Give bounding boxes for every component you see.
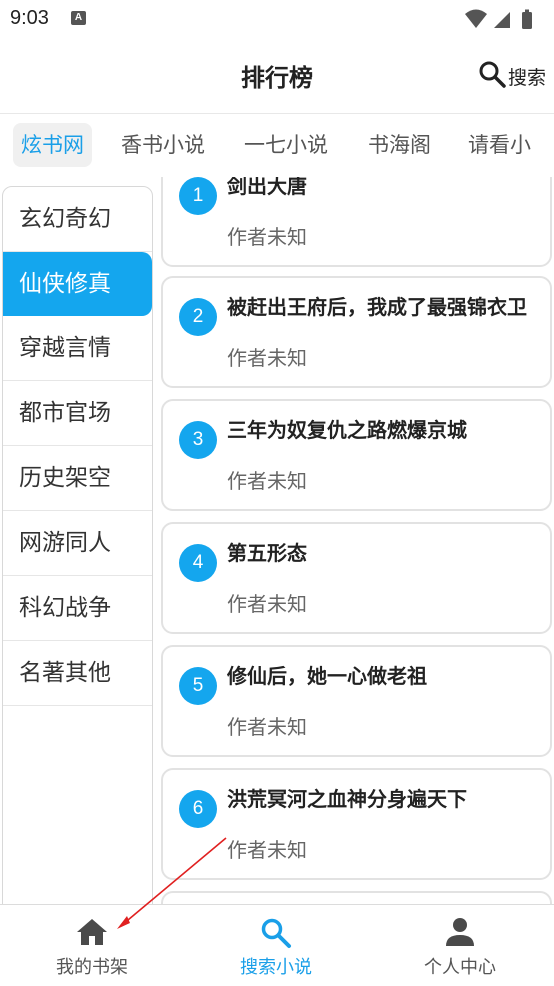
category-item[interactable]: 历史架空 [3,446,152,511]
nav-label: 我的书架 [56,957,128,978]
source-tabs: 炫书网 香书小说 一七小说 书海阁 请看小 [0,113,554,178]
search-icon [478,60,506,92]
category-item[interactable]: 科幻战争 [3,576,152,641]
book-title: 被赶出王府后，我成了最强锦衣卫 [227,295,527,319]
book-title: 三年为奴复仇之路燃爆京城 [227,418,467,442]
notification-icon: A [71,11,86,25]
tab-xuanshu[interactable]: 炫书网 [13,123,92,167]
rank-badge: 2 [179,298,217,336]
book-title: 修仙后，她一心做老祖 [227,664,427,688]
book-card[interactable]: 3 三年为奴复仇之路燃爆京城 作者未知 [161,399,552,511]
tab-shuhaige[interactable]: 书海阁 [368,123,431,167]
rank-badge: 1 [179,177,217,215]
book-card[interactable]: 4 第五形态 作者未知 [161,522,552,634]
category-item[interactable]: 网游同人 [3,511,152,576]
signal-icon [494,12,510,28]
page-title: 排行榜 [241,64,313,92]
category-item-active[interactable]: 仙侠修真 [3,252,152,316]
category-item[interactable]: 都市官场 [3,381,152,446]
search-label: 搜索 [507,66,546,89]
book-card[interactable] [161,891,552,904]
category-item[interactable]: 名著其他 [3,641,152,706]
nav-label: 个人中心 [424,957,496,978]
nav-bookshelf[interactable]: 我的书架 [0,905,184,986]
home-icon [76,917,108,951]
tab-qingkan[interactable]: 请看小 [468,123,531,167]
status-bar: 9:03 A [0,0,554,38]
book-author: 作者未知 [227,838,307,862]
book-author: 作者未知 [227,225,307,249]
ranking-list[interactable]: 1 剑出大唐 作者未知 2 被赶出王府后，我成了最强锦衣卫 作者未知 3 三年为… [159,177,554,904]
book-author: 作者未知 [227,469,307,493]
book-author: 作者未知 [227,346,307,370]
search-button[interactable]: 搜索 [478,60,546,92]
nav-search-novel[interactable]: 搜索小说 [184,905,368,986]
rank-badge: 4 [179,544,217,582]
book-card[interactable]: 5 修仙后，她一心做老祖 作者未知 [161,645,552,757]
book-title: 洪荒冥河之血神分身遍天下 [227,787,467,811]
rank-badge: 3 [179,421,217,459]
search-icon [260,917,292,953]
nav-label: 搜索小说 [240,957,312,978]
wifi-icon [465,9,487,28]
rank-badge: 6 [179,790,217,828]
rank-badge: 5 [179,667,217,705]
book-title: 剑出大唐 [227,177,307,198]
status-icons [464,8,542,34]
category-sidebar: 玄幻奇幻 仙侠修真 穿越言情 都市官场 历史架空 网游同人 科幻战争 名著其他 [2,186,153,906]
person-icon [444,917,476,951]
category-item[interactable]: 玄幻奇幻 [3,187,152,252]
book-card[interactable]: 1 剑出大唐 作者未知 [161,177,552,267]
battery-icon [522,9,532,29]
book-author: 作者未知 [227,715,307,739]
nav-profile[interactable]: 个人中心 [368,905,552,986]
status-time: 9:03 [10,7,49,29]
book-card[interactable]: 6 洪荒冥河之血神分身遍天下 作者未知 [161,768,552,880]
book-title: 第五形态 [227,541,307,565]
bottom-nav: 我的书架 搜索小说 个人中心 [0,904,554,986]
book-author: 作者未知 [227,592,307,616]
header: 排行榜 搜索 [0,38,554,113]
tab-yiqi[interactable]: 一七小说 [244,123,328,167]
book-card[interactable]: 2 被赶出王府后，我成了最强锦衣卫 作者未知 [161,276,552,388]
category-item[interactable]: 穿越言情 [3,316,152,381]
tab-xiangshu[interactable]: 香书小说 [121,123,205,167]
